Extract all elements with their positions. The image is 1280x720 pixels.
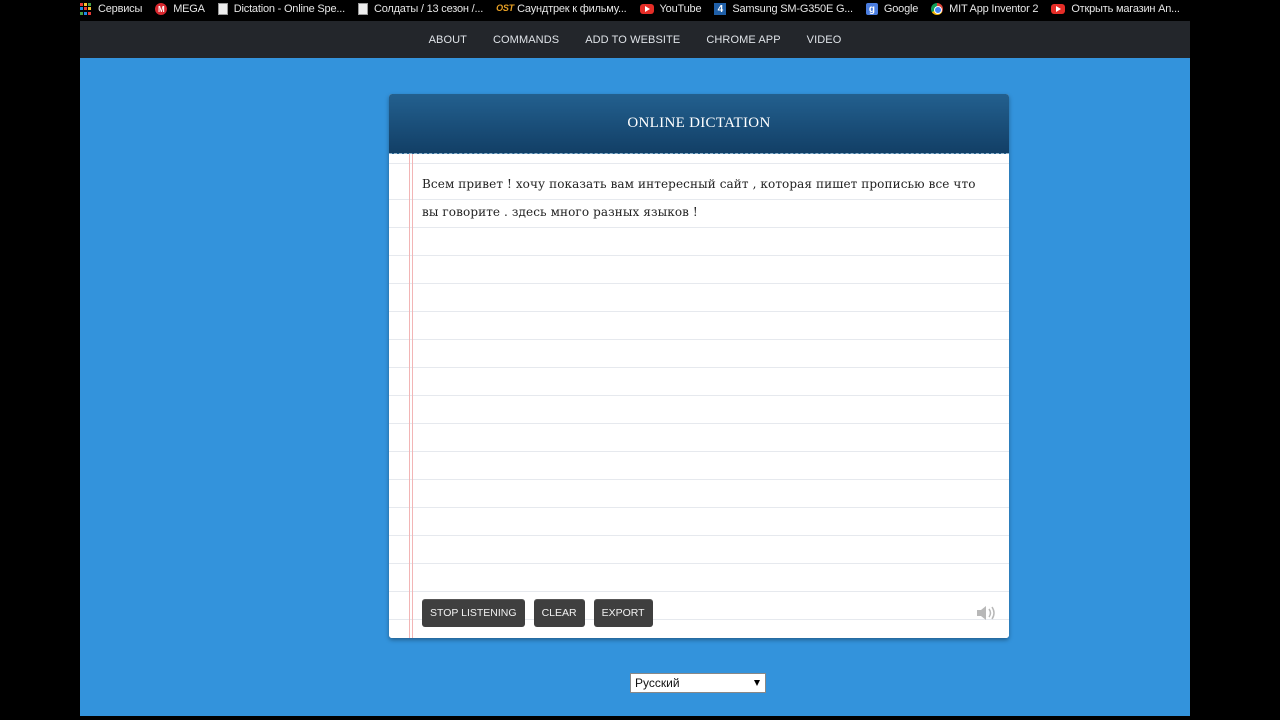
page-icon (217, 3, 228, 15)
google-icon: g (865, 3, 878, 15)
bookmark-services[interactable]: Сервисы (80, 0, 142, 18)
bookmark-store[interactable]: Открыть магазин An... (1051, 0, 1180, 18)
notepad-title: ONLINE DICTATION (627, 115, 771, 131)
bookmark-label: Открыть магазин An... (1071, 3, 1180, 15)
notepad-buttons: STOP LISTENING CLEAR EXPORT (422, 599, 662, 627)
bookmark-soundtrack[interactable]: OST Саундтрек к фильму... (496, 0, 627, 18)
bookmark-label: Dictation - Online Spe... (233, 3, 345, 15)
mega-icon: M (155, 3, 168, 15)
top-navbar: ABOUT COMMANDS ADD TO WEBSITE CHROME APP… (80, 21, 1190, 58)
dictation-text[interactable]: Всем привет ! хочу показать вам интересн… (422, 170, 992, 226)
right-black-border (1190, 0, 1280, 720)
bookmark-google[interactable]: g Google (865, 0, 919, 18)
language-selected: Русский (635, 676, 680, 690)
language-select[interactable]: Русский (630, 673, 766, 693)
bookmarks-bar: Сервисы M MEGA Dictation - Online Spe...… (80, 0, 1190, 18)
bookmark-label: Саундтрек к фильму... (517, 3, 627, 15)
stop-listening-button[interactable]: STOP LISTENING (422, 599, 525, 627)
chevron-down-icon (754, 680, 760, 686)
bookmark-youtube[interactable]: YouTube (639, 0, 702, 18)
bookmark-samsung[interactable]: 4 Samsung SM-G350E G... (714, 0, 853, 18)
bookmark-label: Google (883, 3, 919, 15)
bookmark-label: MEGA (173, 3, 205, 15)
clear-button[interactable]: CLEAR (533, 599, 585, 627)
speaker-icon[interactable] (976, 605, 998, 621)
nav-chrome-app[interactable]: CHROME APP (706, 34, 780, 46)
youtube-icon (1051, 4, 1066, 14)
bookmark-label: Сервисы (98, 3, 143, 15)
page-icon (357, 3, 368, 15)
notepad-header: ONLINE DICTATION (389, 94, 1009, 154)
nav-video[interactable]: VIDEO (807, 34, 842, 46)
bookmark-mega[interactable]: M MEGA (155, 0, 205, 18)
export-button[interactable]: EXPORT (593, 599, 653, 627)
notepad-body[interactable] (389, 154, 1009, 638)
youtube-icon (639, 4, 654, 14)
bookmark-mit[interactable]: MIT App Inventor 2 (931, 0, 1039, 18)
samsung-icon: 4 (714, 3, 727, 15)
nav-about[interactable]: ABOUT (429, 34, 467, 46)
ost-icon: OST (496, 3, 514, 13)
bookmark-dictation[interactable]: Dictation - Online Spe... (217, 0, 345, 18)
bookmark-label: YouTube (659, 3, 702, 15)
nav-commands[interactable]: COMMANDS (493, 34, 559, 46)
dictation-notepad: ONLINE DICTATION Всем привет ! хочу пока… (389, 94, 1009, 638)
apps-icon (80, 3, 92, 15)
nav-add-to-website[interactable]: ADD TO WEBSITE (585, 34, 680, 46)
chrome-icon (931, 3, 944, 15)
bookmark-label: Samsung SM-G350E G... (732, 3, 853, 15)
main-area: ONLINE DICTATION Всем привет ! хочу пока… (80, 58, 1190, 716)
bookmark-label: Солдаты / 13 сезон /... (373, 3, 484, 15)
notepad-margin-line (409, 154, 413, 638)
bookmark-soldiers[interactable]: Солдаты / 13 сезон /... (357, 0, 484, 18)
bookmark-label: MIT App Inventor 2 (949, 3, 1039, 15)
